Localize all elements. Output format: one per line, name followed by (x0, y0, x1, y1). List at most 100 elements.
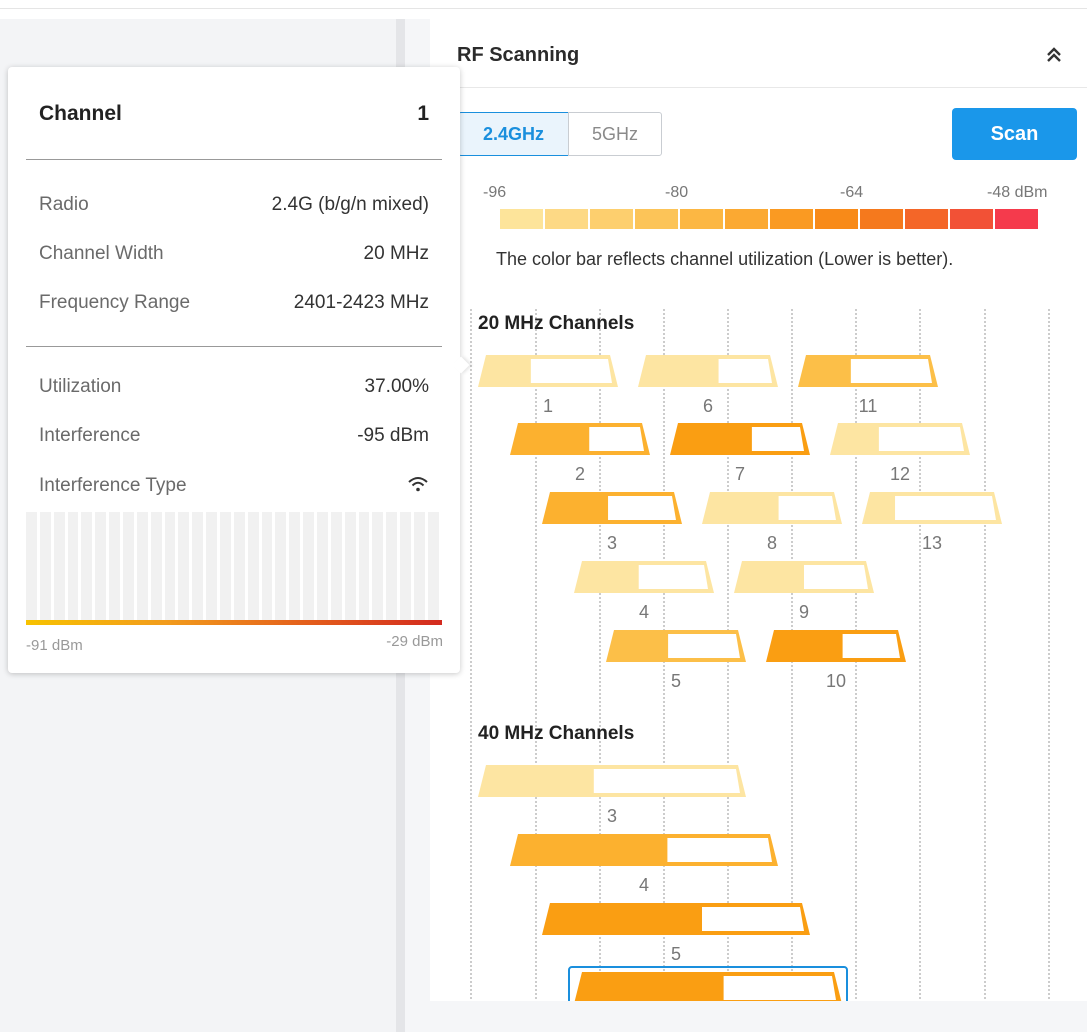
channel-label: 3 (607, 533, 617, 553)
spectrum-bar (330, 512, 342, 620)
channel-block-6[interactable] (568, 966, 848, 1001)
channel-free-portion (668, 634, 740, 658)
spectrum-bar (344, 512, 356, 620)
spectrum-bar (39, 512, 51, 620)
spectrum-bar (81, 512, 93, 620)
row-key: Channel Width (39, 243, 164, 264)
channel-free-portion (530, 359, 612, 383)
tooltip-divider (26, 159, 442, 160)
spectrum-bar (372, 512, 384, 620)
channel-label: 5 (671, 944, 681, 964)
channel-label: 2 (575, 464, 585, 484)
wifi-icon (408, 477, 428, 492)
channel-label: 9 (799, 602, 809, 622)
channel-label: 6 (703, 396, 713, 416)
row-value: -95 dBm (357, 425, 429, 446)
section-40mhz-title: 40 MHz Channels (478, 723, 634, 744)
channel-label: 10 (826, 671, 846, 691)
spectrum-bar (303, 512, 315, 620)
channel-free-portion (702, 907, 804, 931)
spectrum-bar (206, 512, 218, 620)
channel-block-5[interactable] (542, 903, 810, 935)
channel-label: 7 (735, 464, 745, 484)
spectrum-bar (164, 512, 176, 620)
row-value: 20 MHz (363, 243, 429, 264)
channel-label: 4 (639, 875, 649, 895)
channel-block-5[interactable] (606, 630, 746, 662)
channel-label: 13 (922, 533, 942, 553)
channel-free-portion (723, 976, 836, 1000)
channel-free-portion (778, 496, 836, 520)
channel-free-portion (850, 359, 932, 383)
spectrum-bar (317, 512, 328, 620)
row-key: Frequency Range (39, 292, 191, 313)
tooltip-channel-value: 1 (417, 102, 429, 125)
channel-free-portion (638, 565, 708, 589)
channel-free-portion (608, 496, 676, 520)
row-key: Interference Type (39, 475, 187, 496)
spectrum-bar (261, 512, 273, 620)
channel-block-6[interactable] (638, 355, 778, 387)
row-key: Utilization (39, 376, 122, 397)
channel-block-8[interactable] (702, 492, 842, 524)
channel-label: 4 (639, 602, 649, 622)
interference-spectrum (26, 512, 442, 620)
spectrum-bar (123, 512, 134, 620)
spectrum-bar (400, 512, 412, 620)
spectrum-bar (247, 512, 259, 620)
channel-block-12[interactable] (830, 423, 970, 455)
channel-label: 11 (859, 396, 878, 416)
spectrum-min-label: -91 dBm (26, 637, 83, 654)
row-value: 2.4G (b/g/n mixed) (271, 194, 429, 215)
spectrum-max-label: -29 dBm (386, 633, 443, 650)
channel-block-3[interactable] (478, 765, 746, 797)
spectrum-bar (275, 512, 287, 620)
channel-block-4[interactable] (510, 834, 778, 866)
signal-gradient-bar (26, 620, 442, 625)
spectrum-bar (136, 512, 148, 620)
spectrum-bar (26, 512, 37, 620)
spectrum-bar (414, 512, 425, 620)
channel-block-11[interactable] (798, 355, 938, 387)
channel-free-portion (895, 496, 996, 520)
top-border (0, 8, 1087, 9)
channel-label: 8 (767, 533, 777, 553)
row-key: Interference (39, 425, 141, 446)
row-key: Radio (39, 194, 89, 215)
channel-free-portion (593, 769, 740, 793)
channel-label: 12 (890, 464, 910, 484)
rf-scanning-card: RF Scanning 2.4GHz 5GHz Scan -96 -80 -64… (430, 19, 1087, 1001)
channel-tooltip: Channel 1 Radio 2.4G (b/g/n mixed) Chann… (8, 67, 470, 673)
row-value: 37.00% (364, 376, 429, 397)
spectrum-bar (53, 512, 65, 620)
channel-label: 5 (671, 671, 681, 691)
channel-free-portion (589, 427, 644, 451)
channel-block-10[interactable] (766, 630, 906, 662)
spectrum-bar (67, 512, 79, 620)
section-20mhz-title: 20 MHz Channels (478, 313, 634, 334)
row-value: 2401-2423 MHz (293, 292, 429, 313)
spectrum-bar (150, 512, 162, 620)
channel-block-7[interactable] (670, 423, 810, 455)
channel-block-3[interactable] (542, 492, 682, 524)
spectrum-bar (109, 512, 121, 620)
channel-block-13[interactable] (862, 492, 1002, 524)
channel-label: 3 (607, 806, 617, 826)
channel-free-portion (878, 427, 964, 451)
channel-block-9[interactable] (734, 561, 874, 593)
channel-block-2[interactable] (510, 423, 650, 455)
spectrum-bar (427, 512, 439, 620)
channel-block-1[interactable] (478, 355, 618, 387)
channel-free-portion (751, 427, 804, 451)
tooltip-channel-label: Channel (39, 102, 122, 125)
spectrum-bar (178, 512, 190, 620)
channel-label: 1 (543, 396, 553, 416)
spectrum-bar (233, 512, 245, 620)
channel-block-4[interactable] (574, 561, 714, 593)
spectrum-bar (289, 512, 301, 620)
channel-free-portion (842, 634, 900, 658)
channel-free-portion (718, 359, 772, 383)
spectrum-bar (386, 512, 398, 620)
channel-free-portion (667, 838, 772, 862)
channel-free-portion (804, 565, 868, 589)
